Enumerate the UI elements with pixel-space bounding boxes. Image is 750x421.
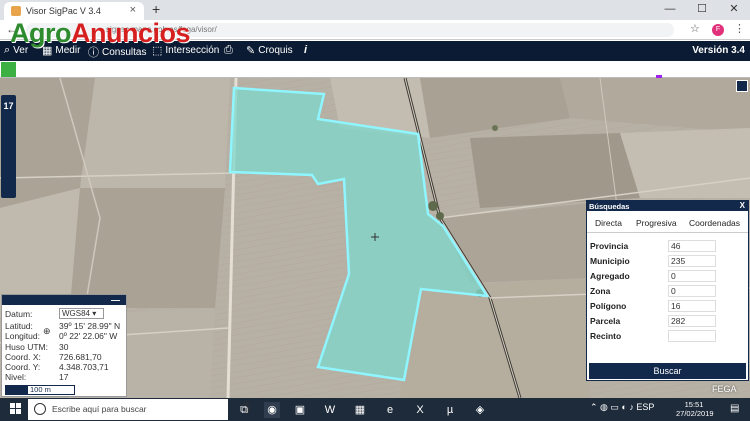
chevron-down-icon: ▾	[92, 309, 97, 318]
profile-avatar[interactable]: F	[712, 24, 724, 36]
provincia-input[interactable]: 46	[668, 240, 716, 252]
longitude-value: 0º 22' 22.06" W	[59, 331, 118, 341]
zoom-level-panel[interactable]: 17	[1, 95, 16, 198]
close-window-button[interactable]: ✕	[718, 0, 750, 20]
window-controls: — ☐ ✕	[654, 0, 750, 20]
nivel-value: 17	[59, 372, 69, 382]
task-view-icon[interactable]: ⧉	[236, 402, 252, 418]
photos-taskbar-icon[interactable]: ▣	[292, 402, 308, 418]
minimize-panel-button[interactable]: —	[111, 295, 120, 305]
municipio-row: Municipio 235	[590, 255, 720, 269]
fega-label: FEGA	[712, 384, 737, 394]
poligono-row: Polígono 16	[590, 300, 720, 314]
windows-taskbar: Escribe aquí para buscar 🎙 ⧉ ◉ ▣ W ▦ e X…	[0, 398, 750, 421]
windows-start-icon[interactable]	[10, 403, 22, 415]
tab-title: Visor SigPac V 3.4	[26, 6, 101, 16]
agregado-row: Agregado 0	[590, 270, 720, 284]
agregado-input[interactable]: 0	[668, 270, 716, 282]
status-strip	[0, 61, 750, 78]
search-panel: Búsquedas X Directa Progresiva Coordenad…	[586, 200, 749, 381]
word-taskbar-icon[interactable]: W	[322, 402, 338, 418]
coord-y-value: 4.348.703,71	[59, 362, 109, 372]
taskbar-clock[interactable]: 15:51 27/02/2019	[676, 400, 714, 418]
scale-bar: 100 m	[5, 385, 75, 395]
taskbar-search-input[interactable]: Escribe aquí para buscar 🎙	[28, 399, 253, 420]
version-label: Versión 3.4	[692, 45, 745, 56]
cortana-icon	[34, 403, 46, 415]
minimize-window-button[interactable]: —	[654, 0, 686, 20]
tab-progresiva[interactable]: Progresiva	[636, 218, 677, 228]
zona-input[interactable]: 0	[668, 285, 716, 297]
recinto-row: Recinto	[590, 330, 720, 344]
browser-tab-bar: Visor SigPac V 3.4 × + — ☐ ✕	[0, 0, 750, 20]
sigpac-favicon-icon	[11, 6, 21, 16]
latitude-value: 39º 15' 28.99" N	[59, 321, 121, 331]
italic-info-icon: i	[304, 44, 308, 56]
bookmark-star-icon[interactable]: ☆	[690, 22, 700, 35]
provincia-row: Provincia 46	[590, 240, 720, 254]
coord-x-value: 726.681,70	[59, 352, 102, 362]
loading-indicator	[1, 62, 16, 77]
close-search-panel-button[interactable]: X	[740, 201, 745, 210]
print-icon: ⎙	[224, 44, 233, 56]
recinto-input[interactable]	[668, 330, 716, 342]
tab-directa[interactable]: Directa	[595, 218, 622, 228]
croquis-button[interactable]: ✎ Croquis	[246, 44, 293, 57]
municipio-input[interactable]: 235	[668, 255, 716, 267]
huso-value: 30	[59, 342, 69, 352]
poligono-input[interactable]: 16	[668, 300, 716, 312]
tab-close-icon[interactable]: ×	[130, 4, 136, 16]
notifications-icon[interactable]: ▤	[730, 403, 739, 414]
browser-menu-icon[interactable]: ⋮	[734, 22, 745, 35]
zoom-level-value: 17	[3, 101, 14, 111]
chrome-taskbar-icon[interactable]: ◉	[264, 402, 280, 418]
search-tabs: Directa Progresiva Coordenadas	[587, 213, 748, 233]
tab-coordenadas[interactable]: Coordenadas	[689, 218, 740, 228]
media-taskbar-icon[interactable]: ◈	[472, 402, 488, 418]
pencil-icon: ✎	[246, 45, 256, 57]
new-tab-button[interactable]: +	[152, 1, 160, 17]
coordinates-panel-header: —	[2, 295, 126, 305]
torrent-taskbar-icon[interactable]: µ	[442, 402, 458, 418]
system-tray[interactable]: ⌃ ◍ ▭ ◐ ♪ ESP	[590, 402, 654, 413]
print-button[interactable]: ⎙	[224, 44, 233, 57]
maximize-window-button[interactable]: ☐	[686, 0, 718, 20]
layers-toggle-icon[interactable]	[736, 80, 748, 92]
agroanuncios-watermark: AgroAnuncios	[10, 18, 191, 48]
search-panel-header: Búsquedas X	[587, 201, 748, 211]
edge-taskbar-icon[interactable]: e	[382, 402, 398, 418]
zona-row: Zona 0	[590, 285, 720, 299]
about-button[interactable]: i	[304, 44, 307, 56]
excel-taskbar-icon[interactable]: X	[412, 402, 428, 418]
buscar-button[interactable]: Buscar	[589, 363, 746, 379]
parcela-row: Parcela 282	[590, 315, 720, 329]
coordinates-panel: — Datum: WGS84 ▾ Latitud: 39º 15' 28.99"…	[1, 294, 127, 397]
calculator-taskbar-icon[interactable]: ▦	[352, 402, 368, 418]
parcela-input[interactable]: 282	[668, 315, 716, 327]
datum-select[interactable]: WGS84 ▾	[59, 308, 104, 319]
